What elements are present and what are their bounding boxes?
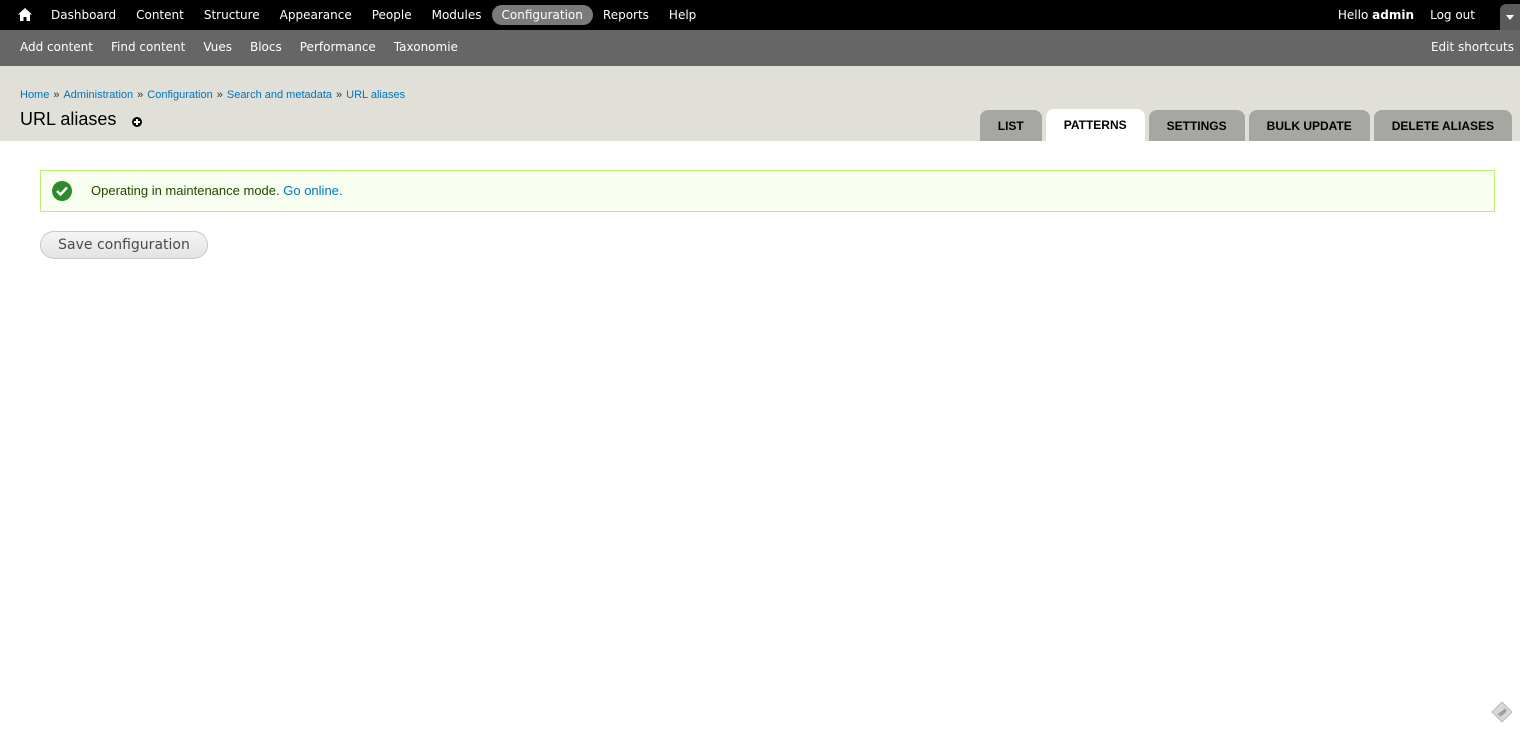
menu-item-dashboard[interactable]: Dashboard [41,5,126,25]
shortcuts-bar: Add content Find content Vues Blocs Perf… [0,30,1520,66]
greeting-text: Hello [1337,8,1369,22]
breadcrumb-separator: » [137,89,144,101]
shortcut-vues[interactable]: Vues [193,40,240,54]
shortcut-add-content[interactable]: Add content [10,40,101,54]
breadcrumb: Home» Administration» Configuration» Search… [20,89,405,101]
breadcrumb-search-metadata[interactable]: Search and metadata [227,89,332,101]
shortcut-performance[interactable]: Performance [290,40,384,54]
home-icon[interactable] [18,7,32,21]
tab-patterns[interactable]: Patterns [1045,109,1145,141]
shortcut-taxonomie[interactable]: Taxonomie [384,40,466,54]
admin-toolbar: Dashboard Content Structure Appearance P… [0,0,1520,30]
breadcrumb-separator: » [53,89,60,101]
menu-item-reports[interactable]: Reports [593,5,659,25]
tab-bulk-update[interactable]: Bulk update [1248,110,1370,141]
tab-list[interactable]: List [979,110,1042,141]
feedback-icon[interactable] [1490,700,1514,724]
username[interactable]: admin [1372,8,1414,22]
check-icon [52,181,72,201]
breadcrumb-configuration[interactable]: Configuration [147,89,212,101]
chevron-down-icon[interactable] [1500,4,1520,30]
shortcut-blocs[interactable]: Blocs [240,40,290,54]
menu-item-modules[interactable]: Modules [422,5,492,25]
menu-item-content[interactable]: Content [126,5,194,25]
page-title: URL aliases [20,109,117,129]
edit-shortcuts-link[interactable]: Edit shortcuts [1431,40,1514,54]
user-greeting: Hello admin [1338,8,1414,22]
add-shortcut-icon[interactable] [132,117,142,127]
status-message: Operating in maintenance mode. Go online… [40,170,1495,212]
breadcrumb-url-aliases[interactable]: URL aliases [346,89,405,101]
logout-link[interactable]: Log out [1430,8,1475,22]
breadcrumb-administration[interactable]: Administration [63,89,133,101]
shortcuts-list: Add content Find content Vues Blocs Perf… [10,30,466,64]
shortcut-find-content[interactable]: Find content [101,40,193,54]
go-online-link[interactable]: Go online. [283,183,342,198]
admin-menu: Dashboard Content Structure Appearance P… [41,0,706,30]
menu-item-people[interactable]: People [362,5,422,25]
status-message-text: Operating in maintenance mode. Go online… [91,183,343,198]
breadcrumb-home[interactable]: Home [20,89,49,101]
menu-item-structure[interactable]: Structure [194,5,270,25]
primary-tabs: List Patterns Settings Bulk update Delet… [976,109,1512,141]
tab-delete-aliases[interactable]: Delete aliases [1373,110,1512,141]
tab-settings[interactable]: Settings [1148,110,1245,141]
menu-item-configuration[interactable]: Configuration [491,5,593,25]
menu-item-appearance[interactable]: Appearance [270,5,362,25]
page-header: Home» Administration» Configuration» Search… [0,66,1520,141]
maintenance-text: Operating in maintenance mode. [91,183,280,198]
save-configuration-button[interactable]: Save configuration [40,231,208,259]
breadcrumb-separator: » [336,89,343,101]
breadcrumb-separator: » [216,89,223,101]
menu-item-help[interactable]: Help [659,5,706,25]
